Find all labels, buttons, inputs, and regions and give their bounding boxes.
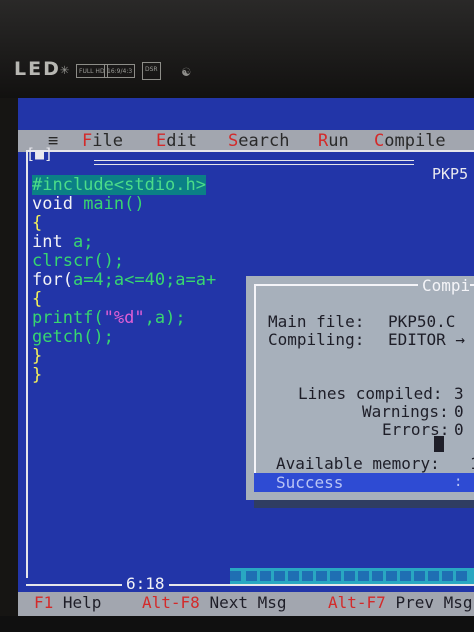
compile-result-text: Success	[276, 473, 344, 492]
compile-result-bar: Success :	[254, 473, 474, 492]
menu-file-hotkey: F	[82, 131, 93, 151]
menu-run-hotkey: R	[318, 131, 329, 151]
menu-edit-hotkey: E	[156, 131, 167, 151]
monitor-bezel-bottom	[0, 616, 474, 632]
errors-value: 0	[454, 420, 464, 439]
menu-bar: ≡ File Edit Search Run Compile	[18, 130, 474, 152]
menu-file-label: ile	[92, 131, 123, 151]
code-line-2[interactable]: void main()	[32, 195, 472, 214]
menu-search-hotkey: S	[228, 131, 239, 151]
monitor-badge-dsr: DSR	[142, 62, 161, 80]
code-line-1[interactable]: #include<stdio.h>	[32, 175, 472, 195]
scrollbar-segment	[344, 571, 355, 581]
scrollbar-segment	[428, 571, 439, 581]
editor-window-marker[interactable]: [■]	[26, 146, 53, 162]
menu-run[interactable]: Run	[318, 130, 349, 152]
code-line-1-text: #include<stdio.h>	[32, 175, 206, 195]
horizontal-scrollbar[interactable]	[230, 568, 474, 584]
menu-run-label: un	[328, 131, 349, 151]
lines-compiled-label: Lines compiled:	[298, 384, 443, 403]
scrollbar-thumb[interactable]	[230, 571, 241, 581]
monitor-badge-fullhd: FULL HD	[76, 64, 108, 78]
status-prev-msg[interactable]: Alt-F7 Prev Msg	[328, 592, 473, 614]
code-line-3[interactable]: {	[32, 214, 472, 233]
compiling-value: EDITOR →	[388, 330, 466, 349]
text-cursor	[434, 436, 444, 452]
menu-edit-label: dit	[166, 131, 197, 151]
compile-dialog-title: Compi	[418, 276, 471, 296]
status-next-msg-key: Alt-F8	[142, 593, 200, 612]
compile-result-suffix: :	[454, 474, 463, 490]
editor-bottom-border	[26, 584, 474, 586]
sun-icon: ✳	[60, 60, 70, 78]
status-help-key: F1	[34, 593, 54, 612]
status-next-msg[interactable]: Alt-F8 Next Msg	[142, 592, 287, 614]
code-line-5[interactable]: clrscr();	[32, 252, 472, 271]
menu-search-label: earch	[238, 131, 290, 151]
warnings-value: 0	[454, 402, 464, 421]
scrollbar-segment	[330, 571, 341, 581]
scrollbar-segment	[302, 571, 313, 581]
code-line-4[interactable]: int a;	[32, 233, 472, 252]
cursor-position: 6:18	[122, 574, 169, 593]
scrollbar-segment	[246, 571, 257, 581]
menu-search[interactable]: Search	[228, 130, 289, 152]
lines-compiled-value: 3	[454, 384, 464, 403]
scrollbar-segment	[400, 571, 411, 581]
editor-title-bar[interactable]	[94, 160, 414, 165]
scrollbar-segment	[386, 571, 397, 581]
compile-dialog[interactable]: Compi Main file: PKP50.C Compiling: EDIT…	[246, 276, 474, 500]
scrollbar-segment	[372, 571, 383, 581]
menu-compile[interactable]: Compile	[374, 130, 446, 152]
status-prev-msg-key: Alt-F7	[328, 593, 386, 612]
status-bar: F1 Help Alt-F8 Next Msg Alt-F7 Prev Msg	[18, 592, 474, 616]
scrollbar-segment	[414, 571, 425, 581]
monitor-badge-aspect: 16:9/4:3	[104, 64, 136, 78]
scrollbar-segment	[274, 571, 285, 581]
menu-compile-hotkey: C	[374, 131, 385, 151]
menu-edit[interactable]: Edit	[156, 130, 197, 152]
scrollbar-segment	[288, 571, 299, 581]
swirl-icon: ☯	[182, 64, 191, 80]
main-file-value: PKP50.C	[388, 312, 456, 331]
main-file-label: Main file:	[268, 312, 365, 331]
warnings-label: Warnings:	[362, 402, 449, 421]
status-next-msg-label: Next Msg	[209, 593, 287, 612]
scrollbar-segment	[358, 571, 369, 581]
compiling-label: Compiling:	[268, 330, 365, 349]
monitor-bezel-top: LED ✳ FULL HD 16:9/4:3 DSR ☯	[0, 0, 474, 98]
turbo-c-screen: ≡ File Edit Search Run Compile [■] PKP5 …	[18, 98, 474, 616]
scrollbar-segment	[260, 571, 271, 581]
available-memory-value: 1	[470, 454, 474, 473]
scrollbar-segment	[456, 571, 467, 581]
menu-file[interactable]: File	[82, 130, 123, 152]
status-prev-msg-label: Prev Msg	[395, 593, 473, 612]
scrollbar-segment	[442, 571, 453, 581]
menu-compile-label: ompile	[384, 131, 446, 151]
status-help-label: Help	[62, 593, 102, 612]
monitor-brand-logo: LED	[14, 58, 61, 80]
available-memory-label: Available memory:	[276, 454, 440, 473]
status-help[interactable]: F1 Help	[34, 592, 101, 614]
scrollbar-segment	[316, 571, 327, 581]
